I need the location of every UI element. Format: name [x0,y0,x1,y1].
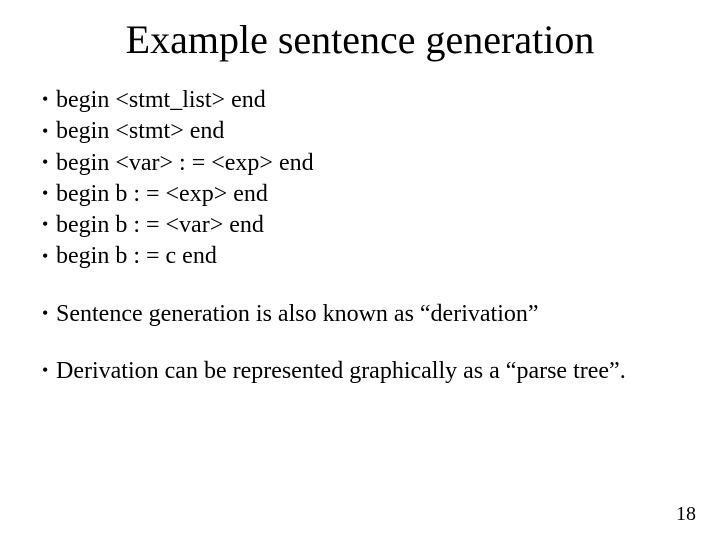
bullet-item: Derivation can be represented graphicall… [42,357,680,386]
bullet-list-3: Derivation can be represented graphicall… [42,357,680,386]
spacer [42,274,680,300]
spacer [42,331,680,357]
bullet-item: begin <stmt> end [42,117,680,146]
page-number: 18 [676,503,696,526]
bullet-item: begin b : = <var> end [42,211,680,240]
bullet-item: begin <stmt_list> end [42,86,680,115]
bullet-item: begin b : = <exp> end [42,180,680,209]
bullet-list-2: Sentence generation is also known as “de… [42,300,680,329]
bullet-item: begin <var> : = <exp> end [42,149,680,178]
slide-body: begin <stmt_list> end begin <stmt> end b… [42,86,680,388]
bullet-item: begin b : = c end [42,242,680,271]
bullet-list-1: begin <stmt_list> end begin <stmt> end b… [42,86,680,272]
slide-title: Example sentence generation [0,16,720,63]
bullet-item: Sentence generation is also known as “de… [42,300,680,329]
slide: Example sentence generation begin <stmt_… [0,0,720,540]
